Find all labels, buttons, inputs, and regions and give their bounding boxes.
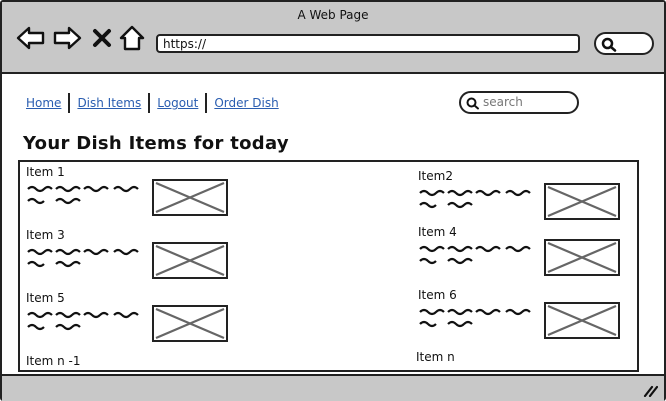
nav-separator <box>68 93 71 113</box>
resize-grip-icon[interactable] <box>642 383 658 397</box>
image-placeholder-icon <box>152 242 228 279</box>
nav-link-order-dish[interactable]: Order Dish <box>209 96 283 110</box>
nav-link-logout[interactable]: Logout <box>152 96 203 110</box>
description-scribble <box>419 308 531 328</box>
dish-item-card[interactable]: Item 3 <box>26 228 266 288</box>
dish-item-name: Item n <box>416 350 455 364</box>
dish-item-name: Item 5 <box>26 291 65 305</box>
title-bar: A Web Page https:// <box>2 2 664 74</box>
dish-items-list: Item 1 Item2 Item 3 Item 4 Item 5 Item 6 Item … <box>18 160 639 372</box>
description-scribble <box>27 248 139 268</box>
dish-item-name: Item2 <box>418 169 453 183</box>
browser-window: A Web Page https:// Home Dish Items Logo… <box>0 0 666 401</box>
dish-item-name: Item 6 <box>418 288 457 302</box>
dish-item-card[interactable]: Item 6 <box>418 288 637 348</box>
dish-item-name: Item n -1 <box>26 354 81 368</box>
nav-separator <box>148 93 151 113</box>
image-placeholder-icon <box>544 239 620 276</box>
description-scribble <box>419 189 531 209</box>
dish-item-card[interactable]: Item n -1 <box>26 354 266 370</box>
image-placeholder-icon <box>544 302 620 339</box>
dish-item-card[interactable]: Item 1 <box>26 165 266 225</box>
forward-arrow-icon[interactable] <box>52 24 82 52</box>
nav-link-home[interactable]: Home <box>26 96 66 110</box>
dish-item-name: Item 4 <box>418 225 457 239</box>
url-bar[interactable]: https:// <box>156 34 580 53</box>
description-scribble <box>27 185 139 205</box>
dish-item-name: Item 1 <box>26 165 65 179</box>
nav-link-dish-items[interactable]: Dish Items <box>72 96 146 110</box>
home-icon[interactable] <box>118 24 146 52</box>
close-x-icon[interactable] <box>90 24 114 52</box>
dish-item-card[interactable]: Item2 <box>418 169 637 229</box>
nav-separator <box>205 93 208 113</box>
description-scribble <box>419 245 531 265</box>
page-title: Your Dish Items for today <box>23 133 289 154</box>
dish-item-card[interactable]: Item 5 <box>26 291 266 351</box>
image-placeholder-icon <box>152 305 228 342</box>
site-search-input[interactable]: search <box>459 91 579 114</box>
image-placeholder-icon <box>544 183 620 220</box>
back-arrow-icon[interactable] <box>16 24 46 52</box>
browser-search-button[interactable] <box>594 32 654 55</box>
search-placeholder: search <box>483 95 523 109</box>
search-icon <box>466 97 479 110</box>
window-title: A Web Page <box>297 8 369 22</box>
dish-item-card[interactable]: Item 4 <box>418 225 637 285</box>
description-scribble <box>27 311 139 331</box>
image-placeholder-icon <box>152 179 228 216</box>
nav-bar: Home Dish Items Logout Order Dish <box>26 92 284 114</box>
dish-item-card[interactable]: Item n <box>416 350 637 370</box>
dish-item-name: Item 3 <box>26 228 65 242</box>
search-icon <box>601 37 617 52</box>
status-bar <box>2 374 664 401</box>
